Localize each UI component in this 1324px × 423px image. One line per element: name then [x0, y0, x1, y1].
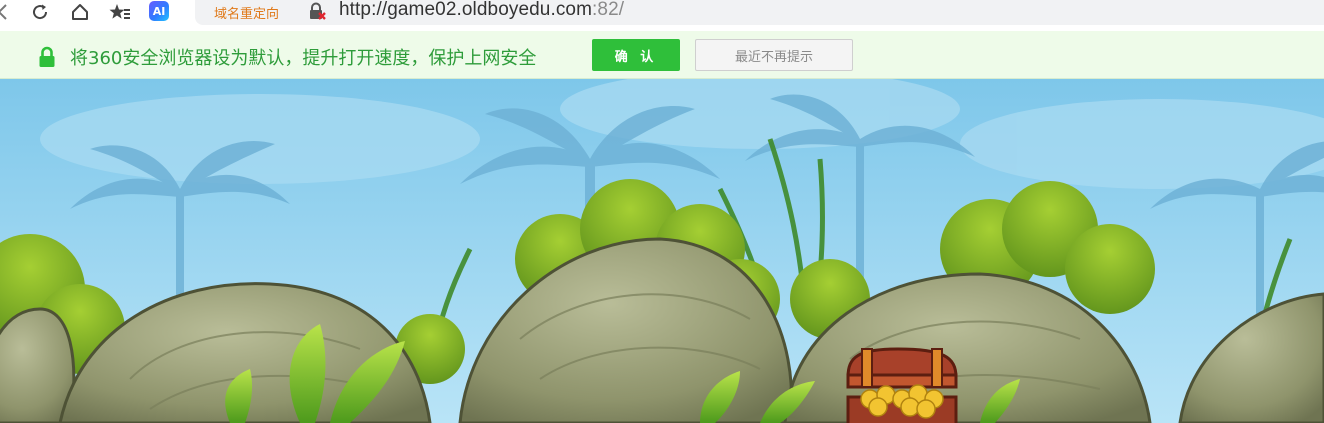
notification-message: 将360安全浏览器设为默认，提升打开速度，保护上网安全: [70, 48, 537, 69]
redirect-label[interactable]: 域名重定向: [214, 3, 279, 22]
game-canvas[interactable]: [0, 79, 1324, 423]
url-host: http://game02.oldboyedu.com: [339, 0, 593, 20]
treasure-chest: [846, 347, 958, 423]
refresh-icon[interactable]: [30, 0, 50, 23]
default-browser-notification: 将360安全浏览器设为默认，提升打开速度，保护上网安全 确 认 最近不再提示: [0, 31, 1324, 79]
back-arrow-icon[interactable]: [0, 0, 8, 23]
lock-icon: [38, 46, 56, 73]
insecure-lock-icon[interactable]: [308, 2, 326, 25]
browser-toolbar: AI 域名重定向 http://game02.oldboyedu.com:82/: [0, 0, 1324, 31]
jungle-background: [0, 79, 1324, 423]
dont-show-again-button[interactable]: 最近不再提示: [695, 39, 853, 71]
favorites-icon[interactable]: [109, 0, 131, 23]
confirm-button[interactable]: 确 认: [592, 39, 680, 71]
home-icon[interactable]: [70, 0, 90, 23]
url-field[interactable]: http://game02.oldboyedu.com:82/: [339, 0, 624, 21]
ai-icon[interactable]: AI: [149, 1, 169, 21]
url-port: :82/: [592, 0, 625, 20]
